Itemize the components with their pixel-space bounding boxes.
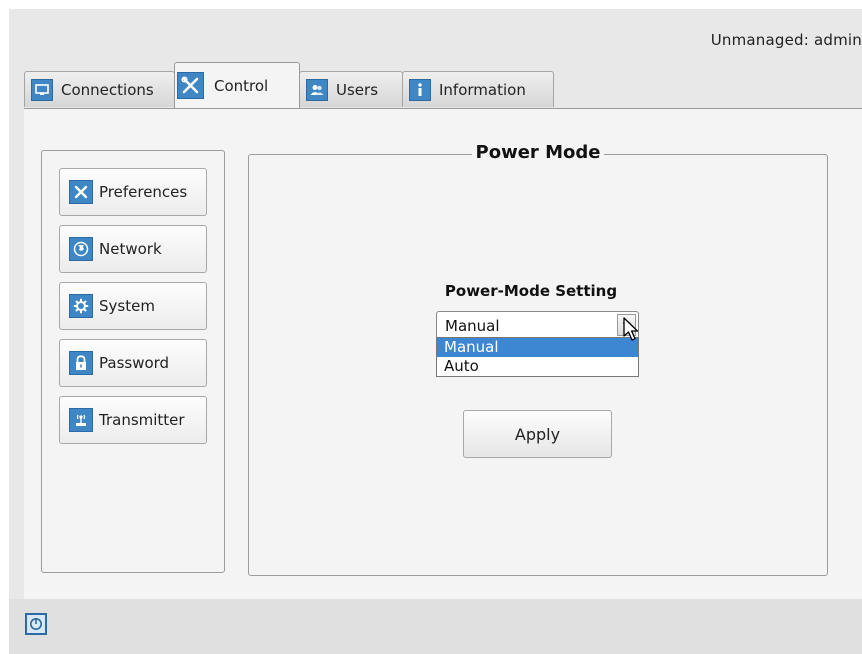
apply-button[interactable]: Apply — [463, 410, 612, 458]
power-mode-select-value: Manual — [445, 317, 500, 335]
power-icon[interactable] — [25, 613, 47, 635]
globe-icon — [69, 237, 93, 261]
gear-icon — [69, 294, 93, 318]
users-icon — [306, 78, 328, 101]
tab-label: Users — [336, 80, 379, 99]
bottom-bar — [9, 599, 862, 654]
screen: Unmanaged: admin Connections Control Use… — [9, 9, 862, 654]
tab-users[interactable]: Users — [299, 71, 403, 107]
tab-content-control: Preferences Network System Password Tran… — [24, 108, 862, 599]
dropdown-option-auto[interactable]: Auto — [437, 357, 638, 376]
sidebar-item-transmitter[interactable]: Transmitter — [59, 396, 207, 444]
group-title: Power Mode — [249, 142, 827, 163]
tab-label: Connections — [61, 80, 154, 99]
power-mode-select[interactable]: Manual — [436, 311, 639, 339]
tab-connections[interactable]: Connections — [24, 71, 175, 107]
sidebar-item-preferences[interactable]: Preferences — [59, 168, 207, 216]
sidebar-item-password[interactable]: Password — [59, 339, 207, 387]
info-icon — [409, 78, 431, 101]
power-mode-dropdown: Manual Auto — [436, 337, 639, 377]
tools-icon — [177, 72, 204, 99]
lock-icon — [69, 351, 93, 375]
tab-label: Information — [439, 80, 526, 99]
monitor-icon — [31, 78, 53, 101]
dropdown-option-manual[interactable]: Manual — [437, 338, 638, 357]
power-mode-setting-label: Power-Mode Setting — [444, 282, 618, 300]
sidebar: Preferences Network System Password Tran… — [41, 150, 225, 573]
power-mode-group: Power Mode Power-Mode Setting Manual Man… — [248, 142, 828, 576]
antenna-icon — [69, 408, 93, 432]
tab-information[interactable]: Information — [402, 71, 554, 107]
mouse-cursor-icon — [623, 317, 639, 341]
sidebar-item-label: Password — [99, 354, 170, 372]
sidebar-item-label: Transmitter — [99, 411, 185, 429]
sidebar-item-system[interactable]: System — [59, 282, 207, 330]
sidebar-item-label: System — [99, 297, 155, 315]
sidebar-item-label: Preferences — [99, 183, 188, 201]
user-status: Unmanaged: admin — [710, 31, 862, 49]
tab-label: Control — [214, 76, 269, 95]
tab-control[interactable]: Control — [174, 62, 300, 108]
tools-icon — [69, 180, 93, 204]
sidebar-item-network[interactable]: Network — [59, 225, 207, 273]
sidebar-item-label: Network — [99, 240, 162, 258]
